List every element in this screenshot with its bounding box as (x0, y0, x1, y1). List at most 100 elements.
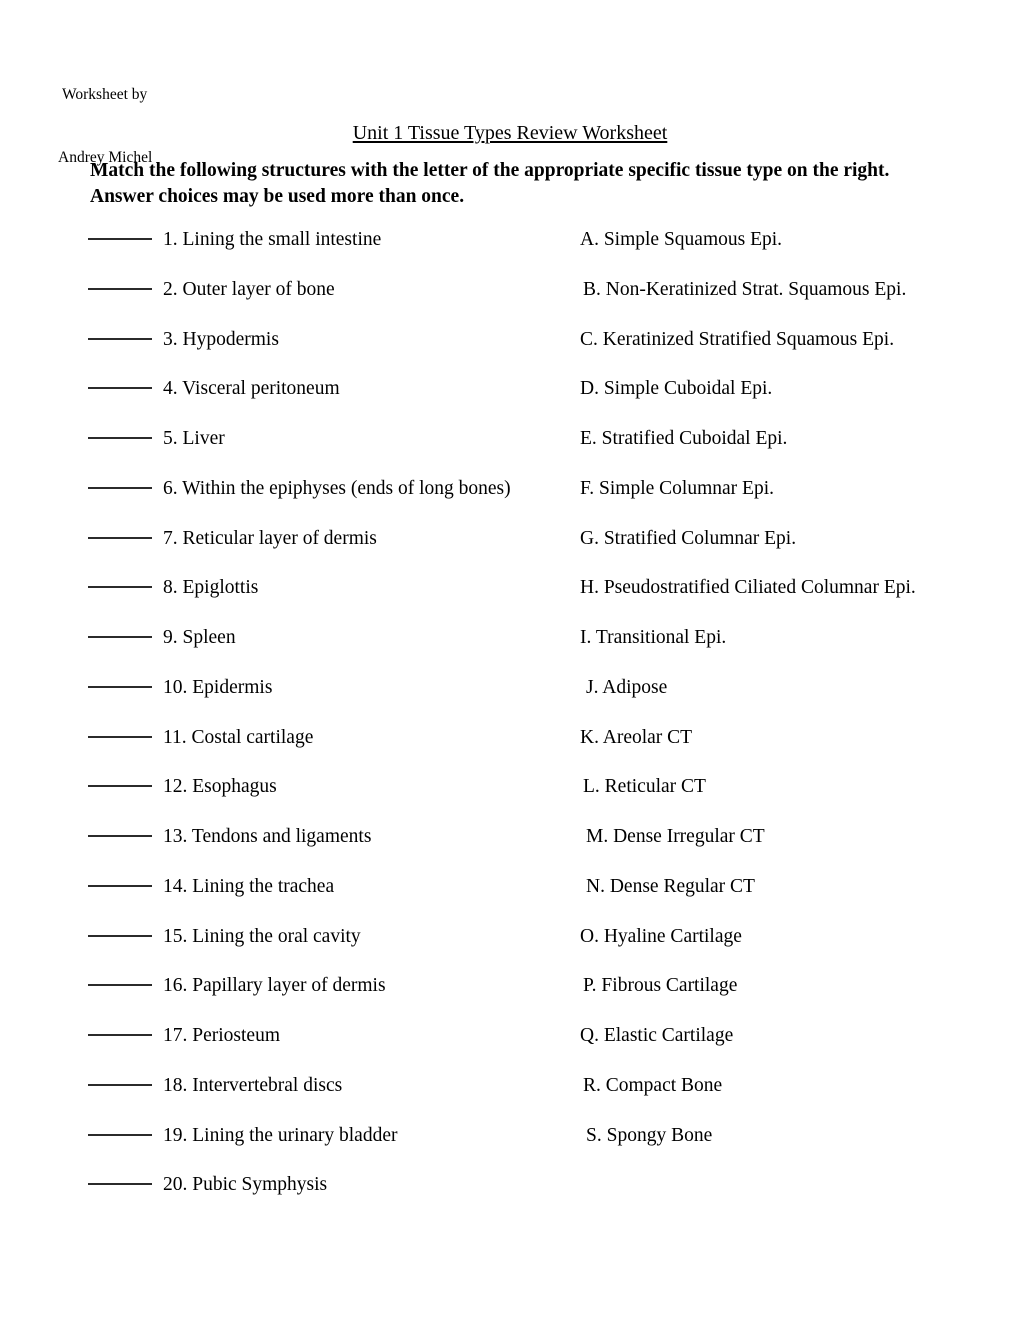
match-item: 19. Lining the urinary bladder (88, 1124, 397, 1148)
match-row: 11. Costal cartilage K. Areolar CT (0, 726, 1020, 776)
answer-choice: J. Adipose (586, 676, 668, 698)
match-item: 10. Epidermis (88, 676, 272, 700)
match-item-label: 5. Liver (163, 428, 225, 449)
match-item: 3. Hypodermis (88, 328, 279, 352)
match-item: 5. Liver (88, 427, 225, 451)
match-item-label: 12. Esophagus (163, 776, 277, 798)
match-item-label: 17. Periosteum (163, 1025, 280, 1046)
match-row: 20. Pubic Symphysis (0, 1173, 1020, 1223)
answer-blank-line[interactable] (88, 1083, 152, 1086)
match-item-label: 7. Reticular layer of dermis (163, 527, 377, 549)
answer-choice: F. Simple Columnar Epi. (580, 477, 774, 499)
answer-blank-line[interactable] (88, 785, 152, 788)
answer-blank-line[interactable] (88, 934, 152, 937)
match-item-label: 2. Outer layer of bone (163, 278, 335, 300)
answer-blank-line[interactable] (88, 884, 152, 887)
answer-blank-line[interactable] (88, 1034, 152, 1036)
match-item: 1. Lining the small intestine (88, 228, 381, 252)
answer-blank-line[interactable] (88, 238, 152, 240)
match-item: 13. Tendons and ligaments (88, 825, 371, 849)
answer-blank-line[interactable] (88, 437, 152, 439)
match-item-label: 10. Epidermis (163, 676, 273, 698)
answer-choice: G. Stratified Columnar Epi. (580, 527, 797, 549)
match-item-label: 15. Lining the oral cavity (163, 925, 361, 947)
answer-choice: C. Keratinized Stratified Squamous Epi. (580, 328, 895, 350)
match-row: 13. Tendons and ligaments M. Dense Irregu… (0, 825, 1020, 875)
answer-choice: L. Reticular CT (583, 776, 706, 798)
answer-choice: K. Areolar CT (580, 726, 693, 748)
answer-blank-line[interactable] (88, 486, 152, 489)
match-item: 18. Intervertebral discs (88, 1074, 342, 1098)
answer-choice: O. Hyaline Cartilage (580, 925, 742, 947)
answer-blank-line[interactable] (88, 586, 152, 589)
match-item: 14. Lining the trachea (88, 875, 334, 899)
match-item: 17. Periosteum (88, 1024, 280, 1048)
answer-blank-line[interactable] (88, 1133, 152, 1136)
match-item-label: 1. Lining the small intestine (163, 229, 382, 250)
answer-blank-line[interactable] (88, 287, 152, 290)
answer-blank-line[interactable] (88, 735, 152, 738)
answer-blank-line[interactable] (88, 636, 152, 638)
match-item-label: 8. Epiglottis (163, 577, 259, 599)
match-row: 7. Reticular layer of dermis G. Stratifie… (0, 527, 1020, 577)
match-row: 3. Hypodermis C. Keratinized Stratified S… (0, 328, 1020, 378)
match-item-label: 9. Spleen (163, 627, 236, 648)
matching-list: 1. Lining the small intestine A. Simple S… (0, 228, 1020, 1223)
match-item-label: 13. Tendons and ligaments (163, 826, 372, 847)
answer-choice: S. Spongy Bone (586, 1124, 713, 1146)
answer-choice: D. Simple Cuboidal Epi. (580, 378, 773, 400)
answer-blank-line[interactable] (88, 685, 152, 688)
answer-choice: H. Pseudostratified Ciliated Columnar Ep… (580, 577, 916, 599)
page-title: Unit 1 Tissue Types Review Worksheet (0, 121, 1020, 145)
match-item: 11. Costal cartilage (88, 726, 313, 750)
match-row: 2. Outer layer of bone B. Non-Keratinized… (0, 278, 1020, 328)
match-item-label: 3. Hypodermis (163, 328, 279, 350)
match-item: 9. Spleen (88, 626, 236, 650)
match-item-label: 11. Costal cartilage (163, 726, 314, 748)
match-item-label: 19. Lining the urinary bladder (163, 1124, 398, 1146)
match-item: 16. Papillary layer of dermis (88, 974, 386, 998)
answer-choice: M. Dense Irregular CT (586, 826, 765, 847)
answer-choice: A. Simple Squamous Epi. (580, 229, 783, 250)
match-item: 6. Within the epiphyses (ends of long bo… (88, 477, 511, 501)
match-item: 2. Outer layer of bone (88, 278, 335, 302)
answer-choice: P. Fibrous Cartilage (583, 975, 738, 997)
answer-choice: Q. Elastic Cartilage (580, 1025, 734, 1046)
instructions-text: Match the following structures with the … (90, 160, 890, 207)
answer-choice: I. Transitional Epi. (580, 627, 727, 648)
match-row: 5. Liver E. Stratified Cuboidal Epi. (0, 427, 1020, 477)
match-item-label: 14. Lining the trachea (163, 875, 335, 897)
match-row: 4. Visceral peritoneum D. Simple Cuboidal… (0, 377, 1020, 427)
answer-choice: E. Stratified Cuboidal Epi. (580, 428, 788, 449)
match-item: 4. Visceral peritoneum (88, 377, 340, 401)
match-item-label: 20. Pubic Symphysis (163, 1174, 328, 1196)
match-row: 17. Periosteum Q. Elastic Cartilage (0, 1024, 1020, 1074)
match-row: 19. Lining the urinary bladder S. Spongy … (0, 1124, 1020, 1174)
match-row: 6. Within the epiphyses (ends of long bo… (0, 477, 1020, 527)
match-row: 18. Intervertebral discs R. Compact Bone (0, 1074, 1020, 1124)
match-item: 7. Reticular layer of dermis (88, 527, 377, 551)
answer-blank-line[interactable] (88, 1183, 152, 1186)
match-item-label: 6. Within the epiphyses (ends of long bo… (163, 477, 511, 499)
match-item-label: 18. Intervertebral discs (163, 1074, 343, 1096)
answer-blank-line[interactable] (88, 387, 152, 390)
match-row: 16. Papillary layer of dermis P. Fibrous … (0, 974, 1020, 1024)
answer-blank-line[interactable] (88, 337, 152, 340)
match-row: 1. Lining the small intestine A. Simple S… (0, 228, 1020, 278)
match-row: 10. Epidermis J. Adipose (0, 676, 1020, 726)
answer-blank-line[interactable] (88, 984, 152, 987)
match-row: 9. Spleen I. Transitional Epi. (0, 626, 1020, 676)
match-item: 12. Esophagus (88, 775, 277, 799)
match-item-label: 16. Papillary layer of dermis (163, 975, 386, 997)
answer-choice: B. Non-Keratinized Strat. Squamous Epi. (583, 278, 907, 300)
match-item-label: 4. Visceral peritoneum (163, 378, 340, 400)
answer-choice: N. Dense Regular CT (586, 875, 755, 897)
match-row: 12. Esophagus L. Reticular CT (0, 775, 1020, 825)
answer-blank-line[interactable] (88, 536, 152, 539)
answer-choice: R. Compact Bone (583, 1074, 723, 1096)
match-row: 8. Epiglottis H. Pseudostratified Ciliate… (0, 576, 1020, 626)
answer-blank-line[interactable] (88, 835, 152, 837)
byline-line-1: Worksheet by (62, 86, 148, 103)
match-row: 15. Lining the oral cavity O. Hyaline Car… (0, 925, 1020, 975)
match-item: 8. Epiglottis (88, 576, 258, 600)
